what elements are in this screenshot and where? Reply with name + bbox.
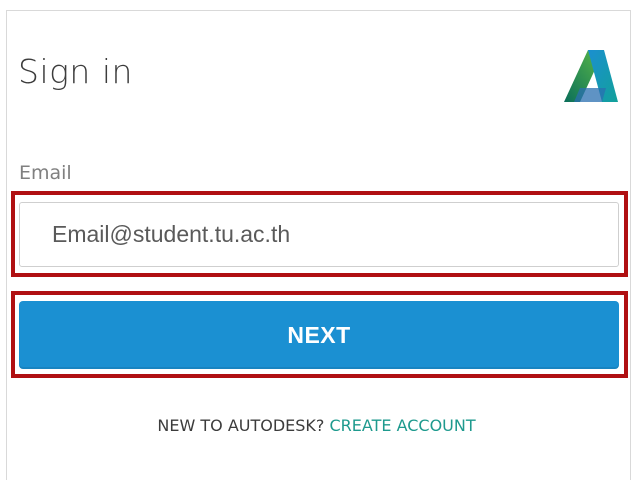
page-title: Sign in — [18, 52, 133, 91]
email-label: Email — [19, 162, 72, 184]
signup-prompt: NEW TO AUTODESK? CREATE ACCOUNT — [0, 416, 633, 435]
signup-prompt-text: NEW TO AUTODESK? — [157, 416, 325, 435]
next-button[interactable]: NEXT — [19, 301, 619, 369]
email-input[interactable] — [19, 202, 619, 267]
create-account-link[interactable]: CREATE ACCOUNT — [330, 416, 476, 435]
autodesk-logo-icon — [564, 50, 618, 102]
